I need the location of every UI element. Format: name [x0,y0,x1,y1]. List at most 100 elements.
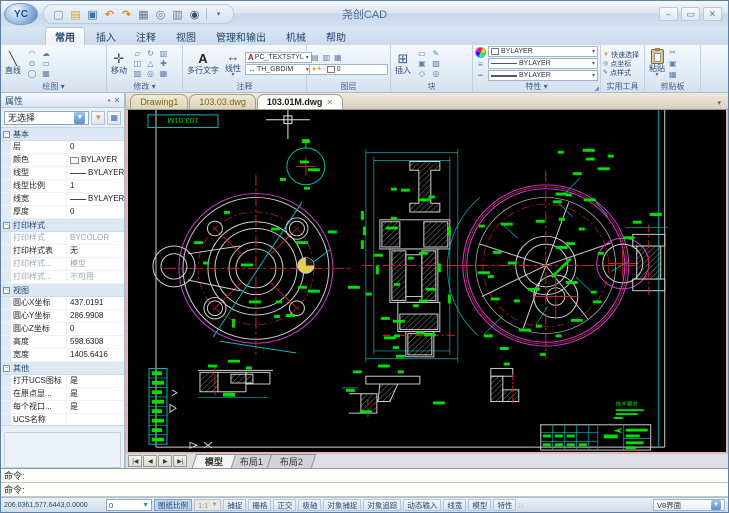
prop-row-lineweight[interactable]: 线宽 BYLAYER [1,193,125,206]
next-tab-button[interactable]: ▶ [158,455,173,467]
dim-style-combo[interactable]: ↔ TH_GBDIM ▾ [245,64,312,75]
attribute-icon[interactable]: ▣ [415,59,429,69]
prop-row-center-y[interactable]: 圆心Y坐标 286.9908 [1,310,125,323]
lineweight-combo[interactable]: BYLAYER ▾ [488,70,598,81]
prop-row-center-x[interactable]: 圆心X坐标 437.0191 [1,297,125,310]
section-view[interactable]: − 视图 [1,284,125,297]
pin-icon[interactable]: ▪ [108,96,111,105]
undo-icon[interactable]: ↶ [102,6,117,22]
move-button[interactable]: ✛ 移动 [109,52,129,76]
scale-combo[interactable]: 1:1 ▼ [194,499,222,511]
circle-icon[interactable]: ⊙ [25,59,39,69]
minimize-button[interactable]: – [659,7,678,21]
qat-overflow-icon[interactable]: ▾ [211,6,226,22]
rectangle-icon[interactable]: ▭ [39,59,53,69]
section-basic[interactable]: − 基本 [1,128,125,141]
otrack-toggle[interactable]: 对象追踪 [363,499,402,511]
layer-tools-icon[interactable]: ▦ [334,53,342,63]
prop-row-height[interactable]: 高度 598.6308 [1,336,125,349]
prop-row-ltscale[interactable]: 线型比例 1 [1,180,125,193]
block-browse-icon[interactable]: ◎ [429,69,443,79]
mirror-icon[interactable]: △ [144,59,157,69]
doc-tab-drawing1[interactable]: Drawing1 [130,94,189,109]
model-toggle[interactable]: 模型 [468,499,492,511]
rotate-icon[interactable]: ↻ [144,49,157,59]
selection-combo[interactable]: 无选择 ▼ [4,110,90,125]
close-icon[interactable]: ✕ [114,96,121,105]
close-icon[interactable]: ✕ [326,98,333,107]
color-wheel-icon[interactable] [475,47,486,58]
section-plot-style[interactable]: − 打印样式 [1,219,125,232]
ortho-toggle[interactable]: 正交 [273,499,297,511]
ui-mode-combo[interactable]: V8界面 ▼ [653,499,725,511]
polar-toggle[interactable]: 极轴 [298,499,322,511]
prop-row-linetype[interactable]: 线型 BYLAYER [1,167,125,180]
group-properties-label[interactable]: 特性 ▾ [473,82,600,92]
prop-row-plotavail[interactable]: 打印样式... 不可用 [1,271,125,284]
insert-block-button[interactable]: ⊞ 插入 [393,52,413,76]
new-icon[interactable]: ▢ [51,6,66,22]
tab-insert[interactable]: 插入 [87,28,125,45]
group-modify-label[interactable]: 修改 ▾ [107,82,182,92]
tab-home[interactable]: 常用 [45,27,85,45]
command-input-line[interactable]: 命令: [1,483,728,497]
redo-icon[interactable]: ↷ [119,6,134,22]
mtext-button[interactable]: A 多行文字 [185,52,221,76]
linetype-icon[interactable]: ┅ [478,70,483,80]
tab-view[interactable]: 视图 [167,28,205,45]
arc-icon[interactable]: ◠ [25,49,39,59]
text-style-combo[interactable]: A PC_TEXTSTYL ▾ [245,52,312,63]
prop-row-ucs-origin[interactable]: 在原点显... 是 [1,388,125,401]
paste-button[interactable]: 粘贴 ▾ [647,48,667,78]
prop-row-thickness[interactable]: 厚度 0 [1,206,125,219]
prop-row-ucs-viewport[interactable]: 每个视口... 是 [1,401,125,414]
group-draw-label[interactable]: 绘图 ▾ [1,82,106,92]
group-block-label[interactable]: 块 [391,82,472,92]
tab-help[interactable]: 帮助 [317,28,355,45]
lineweight-toggle[interactable]: 线宽 [443,499,467,511]
last-tab-button[interactable]: ▶| [173,455,188,467]
doc-tab-overflow-icon[interactable]: ▾ [714,99,724,109]
point-style-button[interactable]: ✎ 点样式 [603,68,631,77]
quick-select-filter-icon[interactable]: ▼ [91,110,106,125]
maximize-button[interactable]: ▭ [681,7,700,21]
erase-icon[interactable]: ▨ [131,69,144,79]
prop-row-plottable[interactable]: 打印样式表无 [1,245,125,258]
block-define-icon[interactable]: ◇ [415,69,429,79]
prop-row-plotspace[interactable]: 打印样式... 模型 [1,258,125,271]
app-menu-button[interactable]: YC [4,3,38,25]
offset-icon[interactable]: ▥ [157,49,170,59]
property-grid[interactable]: − 基本 层0 颜色 BYLAYER 线型 BYLAYER 线型比例 1 线宽 BYLAY… [1,127,125,427]
copy-icon[interactable]: ▱ [131,49,144,59]
section-misc[interactable]: − 其他 [1,362,125,375]
osnap-toggle[interactable]: 对象捕捉 [323,499,362,511]
prop-row-plotstyle[interactable]: 打印样式 BYCOLOR [1,232,125,245]
paste-special-icon[interactable]: ▦ [669,70,677,80]
color-combo[interactable]: BYLAYER ▾ [488,46,598,57]
dyn-input-toggle[interactable]: 动态输入 [403,499,442,511]
cad-drawing[interactable]: 103.01M 技术要求 [128,110,726,452]
print-icon[interactable]: ▦ [136,6,151,22]
block-edit-icon[interactable]: ✎ [429,49,443,59]
explode-icon[interactable]: ◎ [144,69,157,79]
toggle-pickadd-icon[interactable]: ▦ [107,110,122,125]
array-icon[interactable]: ▦ [157,69,170,79]
open-icon[interactable]: ▤ [68,6,83,22]
copy-clip-icon[interactable]: ▣ [669,59,677,69]
linetype-combo[interactable]: BYLAYER ▾ [488,58,598,69]
snap-toggle[interactable]: 捕捉 [223,499,247,511]
lineweight-icon[interactable]: ≡ [478,59,483,69]
tab-layout2[interactable]: 布局2 [267,454,317,468]
tab-model[interactable]: 模型 [192,454,237,468]
find-icon[interactable]: ◉ [187,6,202,22]
group-layer-label[interactable]: 图层 [307,82,390,92]
preview-icon[interactable]: ◎ [153,6,168,22]
cut-icon[interactable]: ✂ [669,48,677,58]
prop-row-color[interactable]: 颜色 BYLAYER [1,154,125,167]
report-icon[interactable]: ▥ [170,6,185,22]
group-utilities-label[interactable]: 实用工具 [601,82,644,92]
dialog-launcher-icon[interactable]: ◢ [594,85,599,92]
properties-toggle[interactable]: 特性 [493,499,517,511]
stretch-icon[interactable]: ◫ [131,59,144,69]
paper-scale-button[interactable]: 图纸比例 [154,499,192,511]
